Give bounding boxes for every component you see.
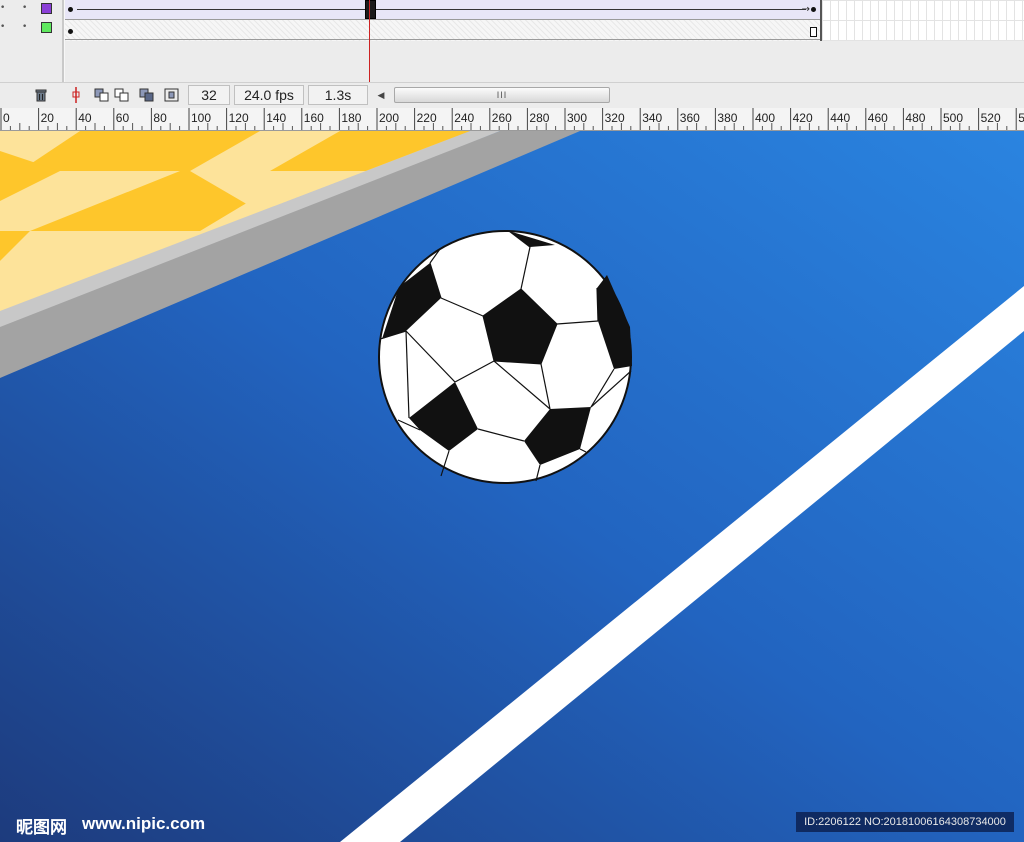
ruler-label: 500 xyxy=(943,111,964,125)
elapsed-time-field[interactable]: 1.3s xyxy=(308,85,368,105)
visibility-dot-icon[interactable]: • xyxy=(0,22,5,32)
playhead-handle[interactable] xyxy=(365,0,376,19)
scroll-left-arrow-icon[interactable]: ◀ xyxy=(372,86,390,104)
end-frame-marker[interactable] xyxy=(810,27,817,37)
ruler-label: 320 xyxy=(604,111,625,125)
ruler-label: 180 xyxy=(341,111,362,125)
keyframe-marker[interactable] xyxy=(68,29,73,34)
ruler-label: 120 xyxy=(228,111,249,125)
trash-icon[interactable] xyxy=(33,87,49,103)
modify-onion-markers-icon[interactable] xyxy=(164,87,180,103)
ruler-label: 340 xyxy=(642,111,663,125)
layer-color-swatch[interactable] xyxy=(41,22,52,33)
layer-row[interactable]: • • xyxy=(0,19,62,38)
tween-arrow-icon: → xyxy=(801,4,810,15)
ruler-label: 380 xyxy=(717,111,738,125)
frame-track[interactable]: → xyxy=(65,0,820,20)
ruler-label: 80 xyxy=(153,111,167,125)
ruler-label: 60 xyxy=(115,111,130,125)
ruler-label: 360 xyxy=(679,111,700,125)
soccer-ball[interactable] xyxy=(378,230,632,484)
ruler-label: 100 xyxy=(191,111,212,125)
frame-track[interactable] xyxy=(65,20,820,40)
timeline-status-bar: 32 24.0 fps 1.3s ◀ III xyxy=(0,82,1024,108)
visibility-dot-icon[interactable]: • xyxy=(0,3,5,13)
edit-multiple-frames-icon[interactable] xyxy=(139,87,155,103)
lock-dot-icon[interactable]: • xyxy=(22,3,27,13)
timeline-panel: • • • • → 32 24.0 fps 1.3s ◀ III xyxy=(0,0,1024,108)
onion-skin-outline-icon[interactable] xyxy=(114,87,130,103)
ruler-label: 480 xyxy=(905,111,926,125)
watermark-url: www.nipic.com xyxy=(82,814,206,833)
ruler-label: 400 xyxy=(755,111,776,125)
ruler-label: 420 xyxy=(792,111,813,125)
stage-canvas[interactable] xyxy=(0,131,1024,842)
layer-row[interactable]: • • xyxy=(0,0,62,19)
ruler-label: 240 xyxy=(454,111,475,125)
stage-artwork xyxy=(0,131,1024,842)
center-frame-icon[interactable] xyxy=(68,87,84,103)
watermark-id: ID:2206122 NO:20181006164308734000 xyxy=(796,812,1014,832)
frame-rate-field[interactable]: 24.0 fps xyxy=(234,85,304,105)
watermark-logo: 昵图网 xyxy=(16,818,67,838)
ruler-label: 20 xyxy=(40,111,54,125)
horizontal-scrollbar[interactable]: ◀ III xyxy=(372,86,612,104)
ruler-label: 260 xyxy=(491,111,512,125)
ruler-label: 160 xyxy=(303,111,324,125)
ruler-label: 200 xyxy=(379,111,400,125)
ruler-label: 300 xyxy=(567,111,588,125)
keyframe-marker[interactable] xyxy=(811,7,816,12)
ruler-label: 520 xyxy=(980,111,1001,125)
motion-tween-line xyxy=(77,9,806,10)
onion-skin-icon[interactable] xyxy=(94,87,110,103)
frame-tracks[interactable]: → xyxy=(65,0,820,41)
ruler-label: 460 xyxy=(867,111,888,125)
keyframe-marker[interactable] xyxy=(68,7,73,12)
ruler-label: 440 xyxy=(830,111,851,125)
ruler-label: 54 xyxy=(1018,111,1024,125)
ruler-label: 0 xyxy=(3,111,10,125)
ruler-label: 220 xyxy=(416,111,437,125)
scroll-thumb[interactable]: III xyxy=(394,87,610,103)
frame-area-empty xyxy=(65,41,1024,82)
ruler-label: 40 xyxy=(78,111,92,125)
ruler-label: 140 xyxy=(266,111,287,125)
ruler-label: 280 xyxy=(529,111,550,125)
layer-color-swatch[interactable] xyxy=(41,3,52,14)
horizontal-ruler: 0 20 40 60 80 100 120 140 160 180 200 220 240 260 280 3… xyxy=(0,108,1024,131)
layer-list: • • • • xyxy=(0,0,62,82)
playhead-line xyxy=(369,0,370,82)
empty-frame-grid[interactable] xyxy=(822,0,1024,41)
lock-dot-icon[interactable]: • xyxy=(22,22,27,32)
current-frame-field[interactable]: 32 xyxy=(188,85,230,105)
